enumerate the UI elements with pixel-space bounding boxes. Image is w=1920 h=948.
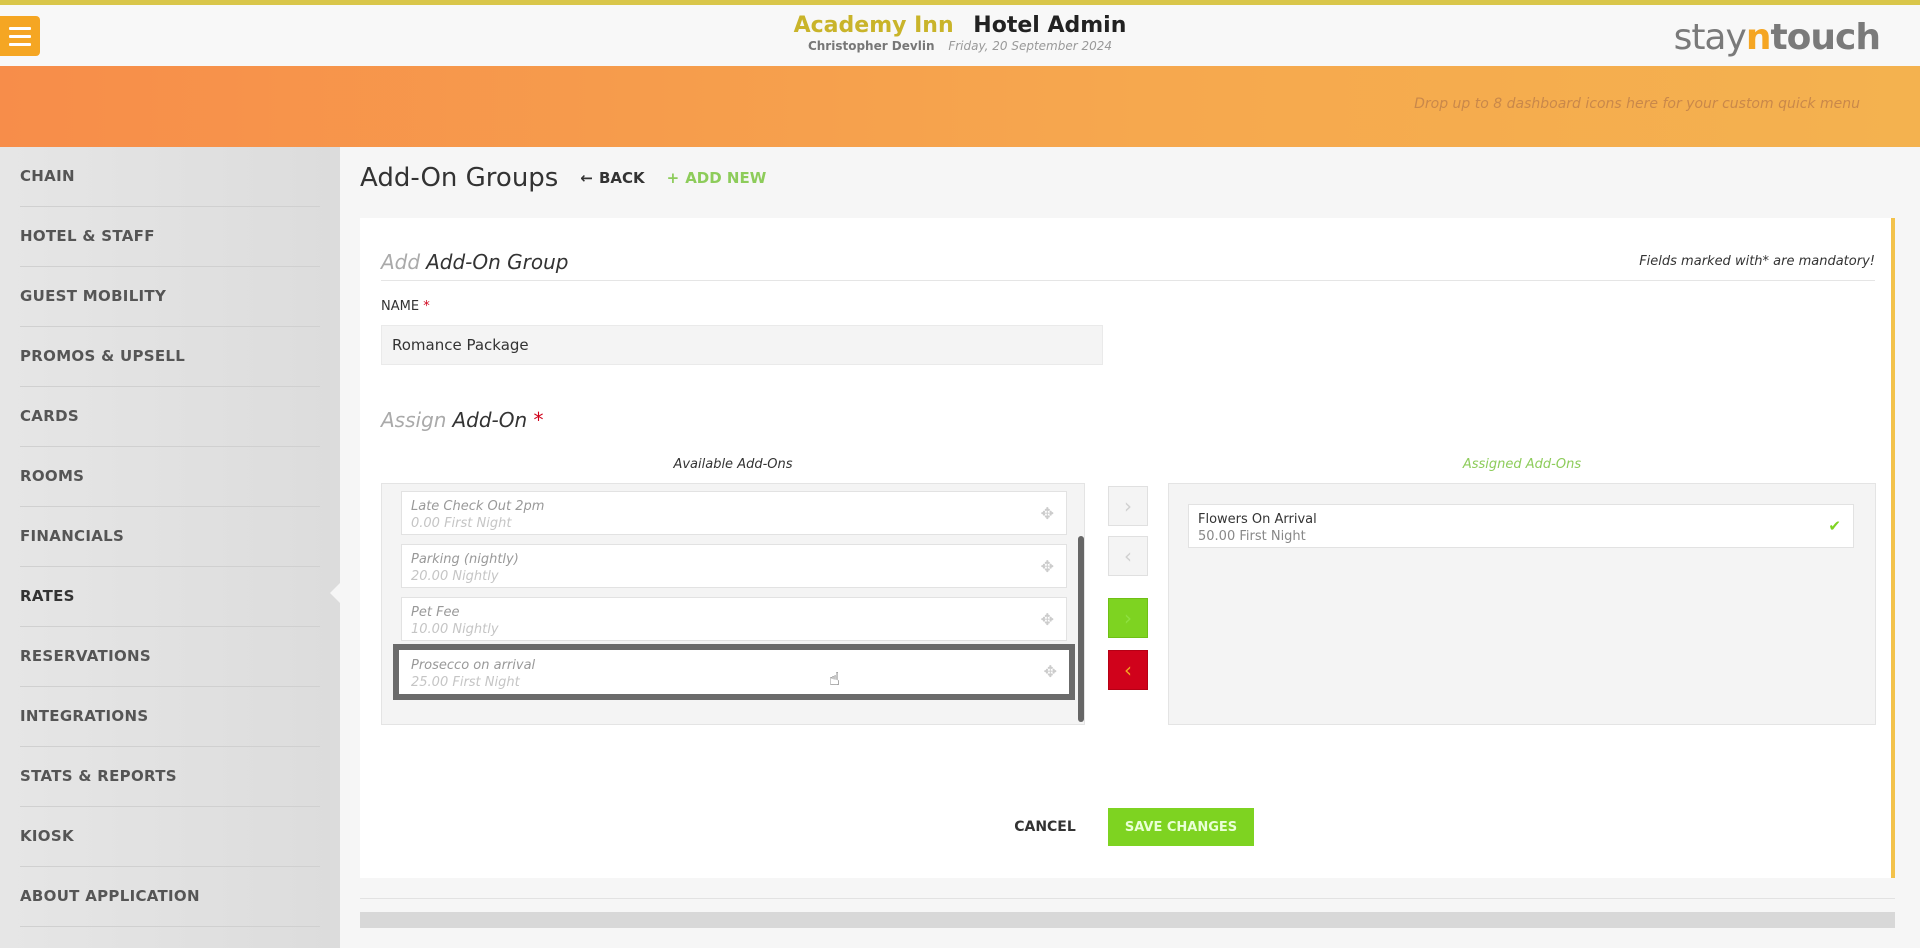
name-input[interactable] [381,325,1103,365]
add-new-button[interactable]: + ADD NEW [667,169,767,187]
page-header: Add-On Groups ← BACK + ADD NEW [360,162,766,194]
sidebar-item-financials[interactable]: FINANCIALS [20,507,320,567]
list-item[interactable]: Late Check Out 2pm 0.00 First Night ✥ [401,491,1067,535]
stayntouch-logo: stayntouch [1673,17,1881,58]
sidebar-item-cards[interactable]: CARDS [20,387,320,447]
sidebar-item-kiosk[interactable]: KIOSK [20,807,320,867]
chevron-left-icon: ‹ [1124,544,1132,568]
move-right-button[interactable]: › [1108,486,1148,526]
quick-menu-hint: Drop up to 8 dashboard icons here for yo… [1414,96,1860,112]
chevron-left-icon: ‹ [1124,658,1132,682]
assign-heading: Assign Add-On * [381,408,544,432]
move-icon: ✥ [1043,662,1057,681]
back-button[interactable]: ← BACK [580,169,644,187]
arrow-left-icon: ← [580,169,593,187]
move-icon: ✥ [1040,610,1054,629]
sidebar-item-chain[interactable]: CHAIN [20,147,320,207]
assigned-addons-title: Assigned Add-Ons [1462,457,1582,472]
divider [381,280,1875,281]
chevron-right-icon: › [1124,494,1132,518]
list-item[interactable]: Flowers On Arrival 50.00 First Night ✔ [1188,504,1854,548]
sidebar-item-reservations[interactable]: RESERVATIONS [20,627,320,687]
hand-pointer-icon: ☝ [829,669,840,690]
unassign-button[interactable]: ‹ [1108,650,1148,690]
brand-title: Academy Inn Hotel Admin Christopher Devl… [0,13,1920,53]
move-icon: ✥ [1040,504,1054,523]
sidebar-item-rates[interactable]: RATES [20,567,320,627]
page-title: Add-On Groups [360,163,559,193]
list-item[interactable]: Pet Fee 10.00 Nightly ✥ [401,597,1067,641]
sidebar-item-integrations[interactable]: INTEGRATIONS [20,687,320,747]
check-icon: ✔ [1828,517,1841,535]
sidebar-item-rooms[interactable]: ROOMS [20,447,320,507]
move-icon: ✥ [1040,557,1054,576]
business-date: Friday, 20 September 2024 [948,39,1113,53]
move-left-button[interactable]: ‹ [1108,536,1148,576]
sidebar-item-promos-upsell[interactable]: PROMOS & UPSELL [20,327,320,387]
top-bar: Academy Inn Hotel Admin Christopher Devl… [0,0,1920,66]
assigned-addons-list[interactable]: Flowers On Arrival 50.00 First Night ✔ [1168,483,1876,725]
divider [360,898,1895,899]
list-item-selected[interactable]: Prosecco on arrival 25.00 First Night ✥ … [393,644,1075,700]
name-label: NAME * [381,299,430,314]
list-item[interactable]: Parking (nightly) 20.00 Nightly ✥ [401,544,1067,588]
scrollbar[interactable] [1078,536,1084,722]
sidebar: CHAIN HOTEL & STAFF GUEST MOBILITY PROMO… [0,147,340,948]
form-heading: Add Add-On Group [381,250,569,274]
save-changes-button[interactable]: SAVE CHANGES [1108,808,1254,846]
sidebar-item-guest-mobility[interactable]: GUEST MOBILITY [20,267,320,327]
available-addons-list[interactable]: Late Check Out 2pm 0.00 First Night ✥ Pa… [381,483,1085,725]
mandatory-note: Fields marked with* are mandatory! [1639,254,1875,269]
plus-icon: + [666,169,680,187]
sidebar-item-hotel-staff[interactable]: HOTEL & STAFF [20,207,320,267]
chevron-right-icon: › [1124,606,1132,630]
sidebar-item-stats-reports[interactable]: STATS & REPORTS [20,747,320,807]
active-indicator [330,583,340,603]
user-name: Christopher Devlin [807,39,935,53]
sidebar-item-about-application[interactable]: ABOUT APPLICATION [20,867,320,927]
app-name: Hotel Admin [973,13,1127,38]
add-on-group-form: Add Add-On Group Fields marked with* are … [360,218,1895,878]
cancel-button[interactable]: CANCEL [1005,808,1085,846]
hotel-name: Academy Inn [793,13,954,38]
footer-bar [360,912,1895,928]
quick-menu-dropzone[interactable]: Drop up to 8 dashboard icons here for yo… [0,66,1920,147]
assign-button[interactable]: › [1108,598,1148,638]
available-addons-title: Available Add-Ons [673,457,793,472]
